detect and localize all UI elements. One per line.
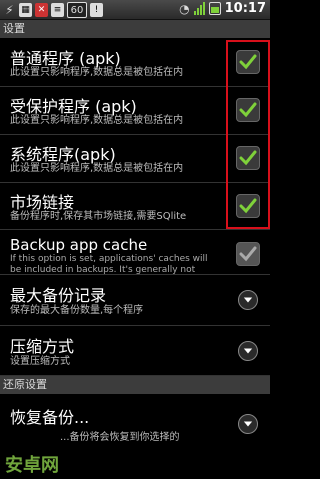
setting-title: 市场链接 [10, 193, 75, 212]
notification-icon: ▦ [19, 3, 32, 17]
setting-title: 恢复备份... [10, 408, 90, 427]
checkbox-backup-app-cache[interactable] [236, 242, 260, 266]
chevron-down-icon [243, 348, 253, 354]
setting-summary: 保存的最大备份数量,每个程序 [10, 305, 144, 316]
setting-summary: 此设置只影响程序,数据总是被包括在内 [10, 67, 184, 78]
dropdown-restore-backup[interactable] [238, 414, 258, 434]
setting-compression[interactable]: 压缩方式 设置压缩方式 [0, 326, 270, 376]
alert-icon: ! [90, 3, 103, 17]
setting-title: 普通程序 (apk) [10, 49, 121, 68]
usb-icon: ⚡ [5, 3, 14, 17]
setting-backup-app-cache[interactable]: Backup app cache If this option is set, … [0, 230, 270, 275]
chevron-down-icon [243, 297, 253, 303]
setting-title: Backup app cache [10, 236, 148, 254]
chevron-down-icon [243, 421, 253, 427]
setting-summary: ...备份将会恢复到你选择的 [60, 432, 180, 443]
setting-title: 压缩方式 [10, 337, 75, 356]
setting-summary: 此设置只影响程序,数据总是被包括在内 [10, 115, 184, 126]
battery-icon [208, 2, 221, 15]
file-icon: ≡ [51, 3, 64, 17]
setting-title: 系统程序(apk) [10, 145, 116, 164]
check-icon [239, 246, 257, 262]
dropdown-compression[interactable] [238, 341, 258, 361]
signal-icon [193, 2, 205, 15]
wifi-icon: ◔ [179, 1, 190, 16]
setting-title: 最大备份记录 [10, 286, 107, 305]
dropdown-max-backups[interactable] [238, 290, 258, 310]
clock: 10:17 [224, 1, 266, 16]
count-badge: 60 [67, 2, 87, 18]
setting-title: 受保护程序 (apk) [10, 97, 137, 116]
setting-summary: 备份程序时,保存其市场链接,需要SQlite [10, 211, 187, 222]
status-bar: ⚡ ▦ ✕ ≡ 60 ! ◔ 10:17 [0, 0, 270, 20]
highlight-annotation [226, 40, 270, 229]
setting-max-backups[interactable]: 最大备份记录 保存的最大备份数量,每个程序 [0, 275, 270, 326]
watermark-logo: 安卓网 [5, 455, 59, 476]
setting-summary: If this option is set, applications' cac… [10, 254, 208, 274]
restore-section-header: 还原设置 [0, 376, 270, 394]
setting-summary: 设置压缩方式 [10, 356, 70, 367]
app-notification-icon: ✕ [35, 3, 48, 17]
settings-section-header: 设置 [0, 20, 270, 38]
setting-summary: 此设置只影响程序,数据总是被包括在内 [10, 163, 184, 174]
